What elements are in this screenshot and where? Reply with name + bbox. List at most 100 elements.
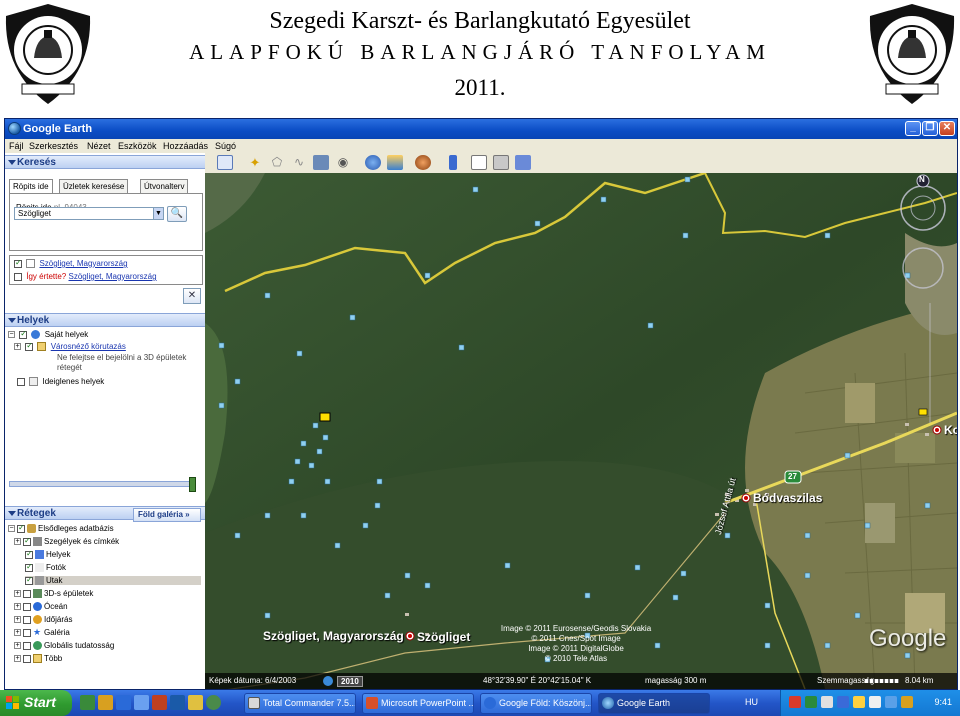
map-view[interactable]: 27 N Ko Bódvaszilas József Attila út Szö…	[205, 173, 957, 689]
panel-resize-slider[interactable]	[9, 481, 195, 487]
result-checkbox[interactable]	[14, 258, 22, 268]
sidebar-toggle-icon[interactable]	[217, 155, 233, 170]
path-add-icon[interactable]: ∿	[291, 155, 307, 170]
tray-icon[interactable]	[805, 696, 817, 708]
menu-tools[interactable]: Eszközök	[118, 141, 157, 151]
quicklaunch-icon[interactable]	[170, 695, 185, 710]
layer-item[interactable]: Fotók	[25, 562, 66, 573]
menu-add[interactable]: Hozzáadás	[163, 141, 208, 151]
sunlight-icon[interactable]	[387, 155, 403, 170]
layer-checkbox[interactable]	[23, 536, 31, 546]
taskbar-item-google-earth[interactable]: Google Earth	[598, 693, 710, 714]
menu-file[interactable]: Fájl	[9, 141, 24, 151]
layer-checkbox[interactable]	[25, 562, 33, 572]
map-label-search-result[interactable]: Szögliget, Magyarország	[263, 629, 404, 643]
suggestion-checkbox[interactable]	[14, 272, 22, 281]
close-button[interactable]: ✕	[939, 121, 955, 136]
historical-clock-icon[interactable]	[323, 676, 333, 686]
map-label-bodvaszilas[interactable]: Bódvaszilas	[753, 491, 822, 505]
tray-icon[interactable]	[821, 696, 833, 708]
layer-item-selected[interactable]: Utak	[25, 575, 201, 586]
earth-gallery-button[interactable]: Föld galéria »	[133, 508, 201, 522]
maps-view-icon[interactable]	[515, 155, 531, 170]
taskbar-clock[interactable]: 9:41	[934, 697, 952, 707]
planets-icon[interactable]	[415, 155, 431, 170]
tour-link[interactable]: Városnéző körutazás	[51, 342, 126, 351]
expand-icon[interactable]: +	[14, 538, 21, 546]
menu-help[interactable]: Súgó	[215, 141, 236, 151]
search-result-link[interactable]: Szögliget, Magyarország	[39, 259, 127, 268]
tree-item-my-places[interactable]: − Saját helyek	[8, 329, 88, 340]
start-button[interactable]: Start	[0, 690, 72, 716]
layer-item[interactable]: Helyek	[25, 549, 70, 560]
tour-checkbox[interactable]	[25, 341, 34, 351]
layer-item[interactable]: − Elsődleges adatbázis	[8, 523, 114, 534]
layer-item[interactable]: + Szegélyek és címkék	[14, 536, 119, 547]
tour-record-icon[interactable]: ◉	[335, 155, 351, 170]
menu-edit[interactable]: Szerkesztés	[29, 141, 78, 151]
layer-item[interactable]: + ★ Galéria	[14, 628, 70, 637]
search-input[interactable]: Szögliget ▼	[14, 207, 164, 220]
tree-item-temp-places[interactable]: Ideiglenes helyek	[17, 377, 104, 387]
network-icon[interactable]	[837, 696, 849, 708]
layer-item[interactable]: + Óceán	[14, 602, 68, 612]
layer-checkbox[interactable]	[23, 641, 31, 650]
map-label-ko[interactable]: Ko	[944, 423, 957, 437]
expand-icon[interactable]: +	[14, 603, 21, 611]
tab-directions[interactable]: Útvonalterv	[140, 179, 189, 193]
window-titlebar[interactable]: Google Earth _ ❐ ✕	[5, 119, 957, 139]
layer-item[interactable]: + Időjárás	[14, 615, 72, 625]
suggestion-link[interactable]: Szögliget, Magyarország	[69, 272, 157, 281]
search-button[interactable]: 🔍	[167, 206, 187, 222]
ruler-icon[interactable]	[449, 155, 457, 170]
expand-icon[interactable]: +	[14, 655, 21, 663]
tree-item-tour[interactable]: + Városnéző körutazás	[14, 341, 126, 352]
expand-icon[interactable]: +	[14, 629, 21, 637]
taskbar-item-browser[interactable]: Google Föld: Köszönj...	[480, 693, 592, 714]
tab-find-businesses[interactable]: Üzletek keresése	[59, 179, 129, 193]
collapse-icon[interactable]: −	[8, 525, 15, 533]
layer-checkbox[interactable]	[23, 628, 31, 637]
minimize-button[interactable]: _	[905, 121, 921, 136]
search-panel-header[interactable]: Keresés	[5, 155, 205, 169]
layer-checkbox[interactable]	[25, 549, 33, 559]
maximize-button[interactable]: ❐	[922, 121, 938, 136]
imagery-year-badge[interactable]: 2010	[337, 676, 363, 687]
quicklaunch-icon[interactable]	[152, 695, 167, 710]
print-icon[interactable]	[493, 155, 509, 170]
expand-icon[interactable]: +	[14, 642, 21, 650]
quicklaunch-icon[interactable]	[80, 695, 95, 710]
expand-icon[interactable]: +	[14, 616, 21, 624]
expand-icon[interactable]: +	[14, 590, 21, 598]
quicklaunch-icon[interactable]	[188, 695, 203, 710]
search-result-row[interactable]: Szögliget, Magyarország	[14, 258, 128, 269]
places-panel-header[interactable]: Helyek	[5, 313, 205, 327]
layers-panel-header[interactable]: Rétegek Föld galéria »	[5, 506, 205, 522]
clear-results-button[interactable]: ✕	[183, 288, 201, 304]
quicklaunch-icon[interactable]	[206, 695, 221, 710]
tray-icon[interactable]	[853, 696, 865, 708]
email-icon[interactable]	[471, 155, 487, 170]
historical-imagery-icon[interactable]	[365, 155, 381, 170]
collapse-icon[interactable]: −	[8, 331, 15, 339]
menu-view[interactable]: Nézet	[87, 141, 111, 151]
temp-places-checkbox[interactable]	[17, 377, 25, 386]
slider-handle[interactable]	[189, 477, 196, 492]
layer-checkbox[interactable]	[23, 602, 31, 611]
layer-item[interactable]: + Globális tudatosság	[14, 641, 114, 651]
tab-fly-to[interactable]: Röpits ide	[9, 179, 53, 194]
quicklaunch-icon[interactable]	[116, 695, 131, 710]
layer-item[interactable]: + Több	[14, 654, 62, 664]
language-indicator[interactable]: HU	[745, 697, 758, 707]
quicklaunch-icon[interactable]	[98, 695, 113, 710]
quicklaunch-icon[interactable]	[134, 695, 149, 710]
layer-checkbox[interactable]	[17, 523, 25, 533]
expand-icon[interactable]: +	[14, 343, 21, 351]
my-places-checkbox[interactable]	[19, 329, 28, 339]
map-label-szogliget[interactable]: Szögliget	[417, 630, 470, 644]
tray-icon[interactable]	[789, 696, 801, 708]
overlay-add-icon[interactable]	[313, 155, 329, 170]
tray-icon[interactable]	[885, 696, 897, 708]
layer-item[interactable]: +3D-s épületek	[14, 589, 93, 599]
layer-checkbox[interactable]	[23, 654, 31, 663]
